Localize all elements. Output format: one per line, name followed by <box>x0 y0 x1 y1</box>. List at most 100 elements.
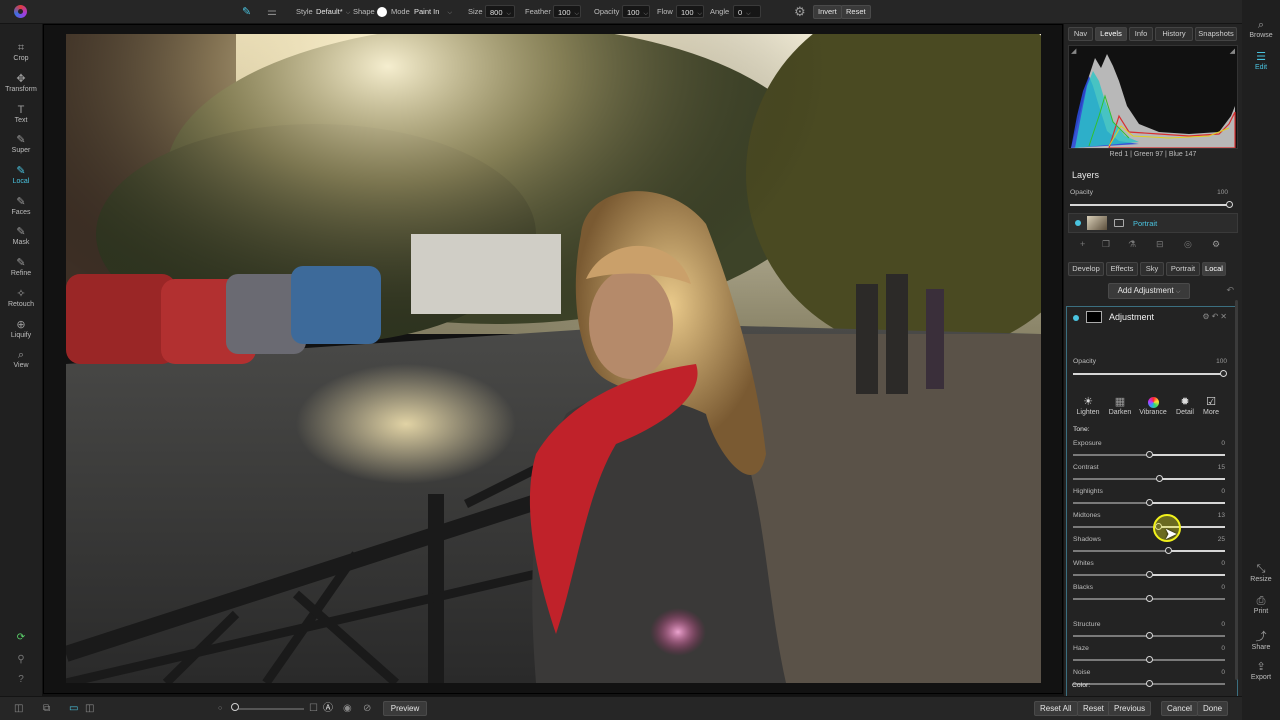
whites-fill <box>1149 574 1225 576</box>
cancel-button[interactable]: Cancel <box>1161 701 1198 716</box>
structure-knob[interactable] <box>1146 632 1153 639</box>
style-dropdown[interactable]: Default* ⌵ <box>316 0 350 24</box>
add-layer-icon[interactable]: + <box>1080 239 1085 249</box>
zoom-knob[interactable] <box>231 703 239 711</box>
reset-bottom-button[interactable]: Reset <box>1077 701 1110 716</box>
layer-mask-icon[interactable] <box>1114 219 1124 227</box>
angle-field[interactable]: 0 ⌵ <box>733 5 761 18</box>
photo-canvas[interactable] <box>42 24 1064 696</box>
previous-button[interactable]: Previous <box>1108 701 1152 716</box>
blacks-knob[interactable] <box>1146 595 1153 602</box>
adjustment-settings-icon[interactable]: ⚙ <box>1202 312 1211 321</box>
reset-button[interactable]: Reset <box>841 5 871 19</box>
merge-layer-icon[interactable]: ⊟ <box>1156 239 1164 250</box>
layer-row-portrait[interactable]: Portrait <box>1068 213 1238 233</box>
exposure-knob[interactable] <box>1146 451 1153 458</box>
duplicate-layer-icon[interactable]: ❐ <box>1102 239 1110 250</box>
print-button[interactable]: ⎙ Print <box>1242 594 1280 615</box>
tab-effects[interactable]: Effects <box>1106 262 1138 276</box>
size-field[interactable]: 800 ⌵ <box>485 5 515 18</box>
filter-darken[interactable]: ▦ Darken <box>1104 395 1136 416</box>
app-logo-icon[interactable] <box>14 5 27 18</box>
invert-button[interactable]: Invert <box>813 5 842 19</box>
close-icon[interactable]: ✕ <box>1220 312 1229 321</box>
contrast-knob[interactable] <box>1156 475 1163 482</box>
haze-knob[interactable] <box>1146 656 1153 663</box>
shape-circle-icon[interactable] <box>377 7 387 17</box>
share-button[interactable]: ⤴ Share <box>1242 630 1280 651</box>
layer-settings-icon[interactable]: ⚙ <box>1212 239 1220 250</box>
feather-field[interactable]: 100 ⌵ <box>553 5 581 18</box>
filter-lighten[interactable]: ☀ Lighten <box>1072 395 1104 416</box>
highlights-knob[interactable] <box>1146 499 1153 506</box>
tool-retouch[interactable]: ✧ Retouch <box>0 285 42 315</box>
before-after-icon[interactable]: ⊘ <box>363 702 371 716</box>
tab-history[interactable]: History <box>1155 27 1193 41</box>
tool-faces[interactable]: ✎ Faces <box>0 193 42 223</box>
tab-snapshots[interactable]: Snapshots <box>1195 27 1237 41</box>
tool-text[interactable]: T Text <box>0 101 42 131</box>
toggle-left-panel-icon[interactable]: ◫ <box>14 702 23 716</box>
tool-transform[interactable]: ✥ Transform <box>0 70 42 100</box>
browse-mode[interactable]: ⌕ Browse <box>1242 18 1280 39</box>
mode-dropdown[interactable]: Paint In ⌵ <box>414 0 452 24</box>
tool-crop[interactable]: ⌗ Crop <box>0 39 42 69</box>
adjustment-visibility-dot[interactable] <box>1073 315 1079 321</box>
filter-vibrance[interactable]: Vibrance <box>1137 395 1169 416</box>
adjustment-opacity-knob[interactable] <box>1220 370 1227 377</box>
layers-opacity-slider[interactable] <box>1070 204 1230 206</box>
shadows-knob[interactable] <box>1165 547 1172 554</box>
add-adjustment-button[interactable]: Add Adjustment ⌵ <box>1108 283 1190 299</box>
noise-knob[interactable] <box>1146 680 1153 687</box>
layers-opacity-knob[interactable] <box>1226 201 1233 208</box>
mask-options-icon[interactable]: ⚗ <box>1128 239 1136 250</box>
zoom-out-icon[interactable]: ○ <box>218 702 222 716</box>
compare-view-icon[interactable]: ◫ <box>85 702 94 716</box>
preview-button[interactable]: Preview <box>383 701 427 716</box>
layer-visibility-dot[interactable] <box>1075 220 1081 226</box>
tab-sky[interactable]: Sky <box>1140 262 1164 276</box>
whites-knob[interactable] <box>1146 571 1153 578</box>
sync-icon[interactable]: ⟳ <box>14 632 28 646</box>
opacity-field[interactable]: 100 ⌵ <box>622 5 650 18</box>
filmstrip-icon[interactable]: ⧉ <box>43 702 50 716</box>
mask-overlay-icon[interactable]: ☐ <box>309 702 318 716</box>
adjustment-reset-icon[interactable]: ↶ <box>1212 312 1221 321</box>
tab-info[interactable]: Info <box>1129 27 1153 41</box>
panel-scrollbar[interactable] <box>1235 300 1238 680</box>
adjustment-opacity-slider[interactable] <box>1073 373 1225 375</box>
portrait-photo[interactable] <box>66 34 1041 683</box>
tool-mask[interactable]: ✎ Mask <box>0 223 42 253</box>
resize-button[interactable]: ⤡ Resize <box>1242 562 1280 583</box>
undo-icon[interactable]: ↶ <box>1226 285 1234 296</box>
edit-mode[interactable]: ☰ Edit <box>1242 50 1280 71</box>
auto-icon[interactable]: Ⓐ <box>323 702 333 716</box>
help-icon[interactable]: ? <box>14 674 28 688</box>
extensions-icon[interactable]: ⚲ <box>14 654 28 668</box>
brush-tool-icon[interactable]: ✎ <box>242 4 251 20</box>
reset-all-button[interactable]: Reset All <box>1034 701 1078 716</box>
layer-blend-icon[interactable]: ◎ <box>1184 239 1192 250</box>
tab-nav[interactable]: Nav <box>1068 27 1093 41</box>
tool-refine[interactable]: ✎ Refine <box>0 254 42 284</box>
brush-settings-icon[interactable]: ⚌ <box>267 4 277 20</box>
done-button[interactable]: Done <box>1197 701 1229 716</box>
filter-more[interactable]: ☑ More <box>1195 395 1227 416</box>
export-button[interactable]: ⇪ Export <box>1242 660 1280 681</box>
tool-local[interactable]: ✎ Local <box>0 162 42 192</box>
adjustment-mask-thumbnail[interactable] <box>1086 311 1102 323</box>
tool-super[interactable]: ✎ Super <box>0 131 42 161</box>
tab-levels[interactable]: Levels <box>1095 27 1127 41</box>
tab-develop[interactable]: Develop <box>1068 262 1104 276</box>
tab-local[interactable]: Local <box>1202 262 1226 276</box>
tab-portrait[interactable]: Portrait <box>1166 262 1200 276</box>
zoom-slider[interactable] <box>236 708 304 710</box>
tool-view[interactable]: ⌕ View <box>0 346 42 376</box>
clip-shadow-icon[interactable]: ◢ <box>1071 47 1076 55</box>
mask-view-icon[interactable]: ◉ <box>343 702 352 716</box>
clip-highlight-icon[interactable]: ◢ <box>1230 47 1235 55</box>
gear-icon[interactable]: ⚙ <box>794 4 806 20</box>
tool-liquify[interactable]: ⊕ Liquify <box>0 316 42 346</box>
flow-field[interactable]: 100 ⌵ <box>676 5 704 18</box>
single-view-icon[interactable]: ▭ <box>69 702 78 716</box>
